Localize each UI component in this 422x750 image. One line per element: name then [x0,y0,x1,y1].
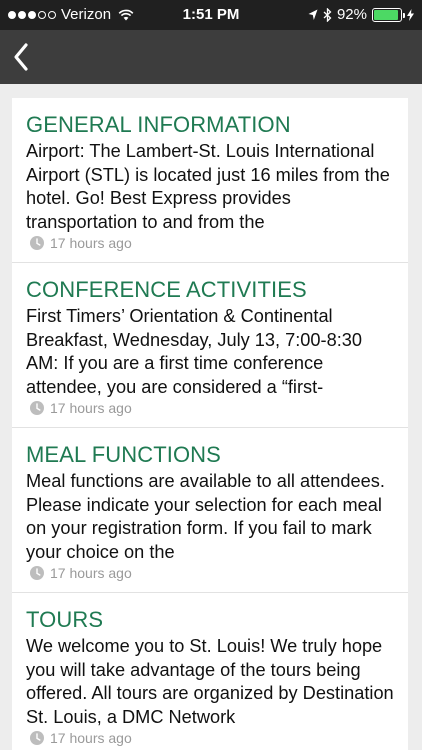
card-title: TOURS [26,607,104,632]
clock-icon [30,566,44,580]
battery-fill [374,9,398,20]
card-body: Airport: The Lambert-St. Louis Internati… [26,141,390,232]
card-body: Meal functions are available to all atte… [26,471,385,562]
clock-icon [30,731,44,745]
back-button[interactable] [8,40,38,74]
clock-icon [30,236,44,250]
list-item[interactable]: GENERAL INFORMATION Airport: The Lambert… [12,98,408,263]
status-bar: Verizon 1:51 PM 92% [0,0,422,30]
news-list: GENERAL INFORMATION Airport: The Lambert… [12,98,408,750]
card-time: 17 hours ago [50,565,132,581]
list-item[interactable]: MEAL FUNCTIONS Meal functions are availa… [12,428,408,593]
card-meta: 17 hours ago [30,400,132,416]
bluetooth-icon [323,7,332,22]
card-body: We welcome you to St. Louis! We truly ho… [26,636,394,727]
card-body: First Timers’ Orientation & Continental … [26,306,362,397]
clock-icon [30,401,44,415]
card-title: MEAL FUNCTIONS [26,442,221,467]
card-meta: 17 hours ago [30,730,132,746]
battery-percent: 92% [336,6,367,23]
card-time: 17 hours ago [50,235,132,251]
list-item[interactable]: CONFERENCE ACTIVITIES First Timers’ Orie… [12,263,408,428]
charging-bolt-icon [407,8,414,21]
card-title: CONFERENCE ACTIVITIES [26,277,307,302]
location-arrow-icon [308,9,318,20]
card-title: GENERAL INFORMATION [26,112,291,137]
status-right: 92% [308,6,414,23]
list-item[interactable]: TOURS We welcome you to St. Louis! We tr… [12,593,408,750]
card-time: 17 hours ago [50,730,132,746]
battery-icon [372,7,405,22]
chevron-left-icon [14,43,28,71]
card-meta: 17 hours ago [30,235,132,251]
card-time: 17 hours ago [50,400,132,416]
nav-bar [0,30,422,84]
card-meta: 17 hours ago [30,565,132,581]
